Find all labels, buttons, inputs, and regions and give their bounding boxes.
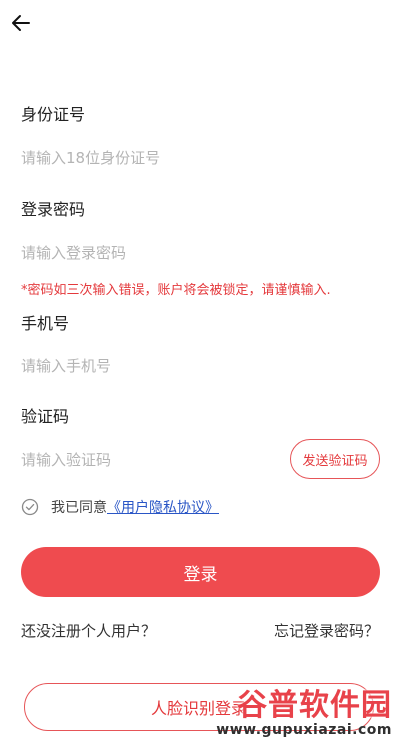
privacy-policy-link[interactable]: 《用户隐私协议》 [107, 497, 219, 517]
id-label: 身份证号 [21, 105, 86, 124]
password-warning: *密码如三次输入错误，账户将会被锁定，请谨慎输入. [21, 283, 331, 298]
forgot-password-link[interactable]: 忘记登录密码？ [274, 620, 379, 641]
login-page: 身份证号 登录密码 *密码如三次输入错误，账户将会被锁定，请谨慎输入. 手机号 … [0, 0, 400, 750]
check-circle-icon[interactable] [21, 498, 39, 516]
password-input[interactable] [21, 240, 281, 266]
login-button[interactable]: 登录 [21, 547, 380, 597]
password-label: 登录密码 [21, 200, 86, 219]
arrow-left-icon [12, 15, 30, 31]
agreement-prefix: 我已同意 [51, 500, 107, 516]
id-number-input[interactable] [21, 145, 281, 171]
register-link[interactable]: 还没注册个人用户？ [21, 620, 156, 641]
phone-input[interactable] [21, 353, 281, 379]
phone-label: 手机号 [21, 314, 70, 333]
agreement-row: 我已同意 《用户隐私协议》 [21, 496, 219, 518]
face-login-button[interactable]: 人脸识别登录 [24, 683, 374, 731]
code-label: 验证码 [21, 407, 70, 426]
verification-code-input[interactable] [21, 447, 281, 473]
back-button[interactable] [8, 10, 34, 36]
send-code-button[interactable]: 发送验证码 [290, 439, 380, 479]
